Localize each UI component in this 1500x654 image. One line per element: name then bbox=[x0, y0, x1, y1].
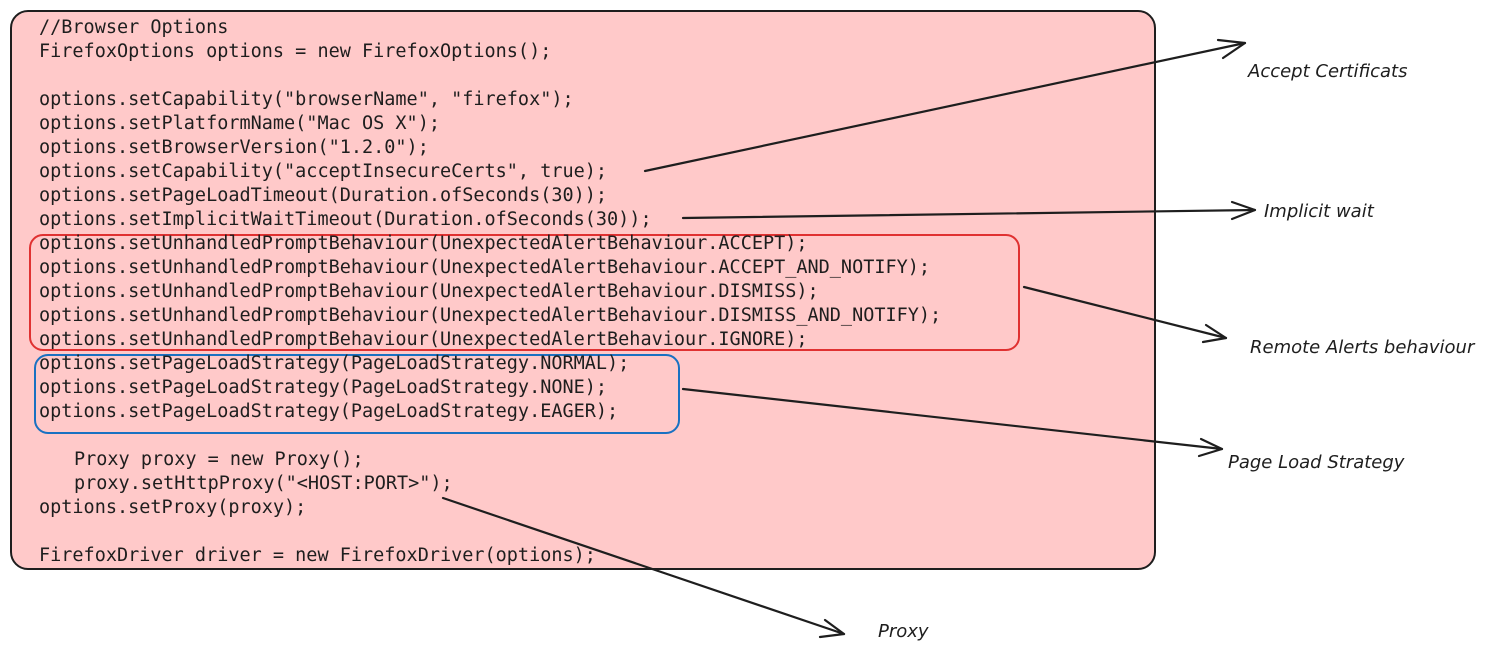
diagram-canvas: //Browser Options FirefoxOptions options… bbox=[0, 0, 1500, 654]
label-accept-certs: Accept Certificats bbox=[1248, 61, 1408, 82]
arrows-layer bbox=[441, 38, 1257, 639]
arrow-page-load bbox=[681, 387, 1224, 458]
label-proxy: Proxy bbox=[878, 621, 929, 642]
arrow-implicit-wait bbox=[681, 200, 1257, 221]
arrow-proxy bbox=[441, 496, 846, 639]
arrow-remote-alerts bbox=[1022, 285, 1228, 344]
label-page-load-strategy: Page Load Strategy bbox=[1228, 452, 1405, 473]
label-implicit-wait: Implicit wait bbox=[1264, 201, 1374, 222]
label-remote-alerts: Remote Alerts behaviour bbox=[1250, 337, 1475, 358]
arrow-accept-certs bbox=[643, 38, 1247, 173]
